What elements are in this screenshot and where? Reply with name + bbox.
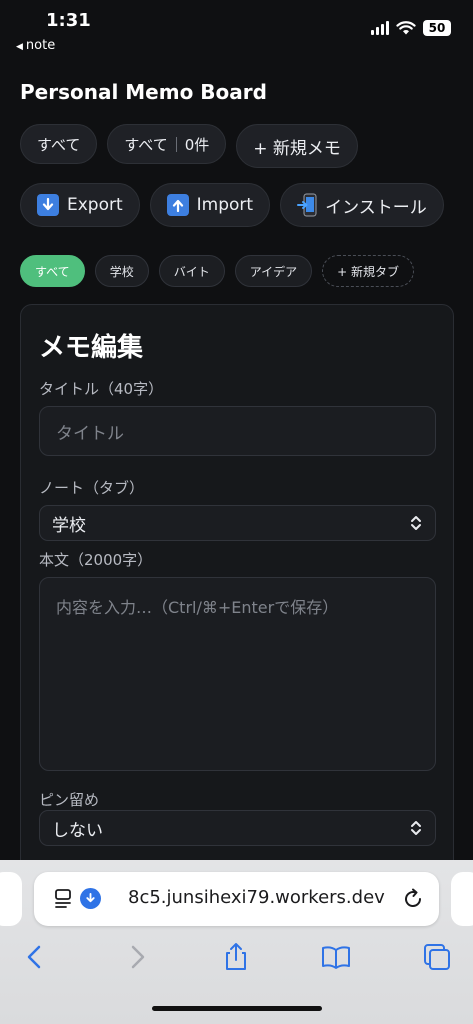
memo-count-badge: すべて 0件 (107, 124, 227, 164)
tab-school[interactable]: 学校 (94, 255, 149, 287)
count-category: すべて (124, 135, 168, 154)
memo-editor-card: メモ編集 タイトル（40字） タイトル ノート（タブ） 学校 本文（2000字）… (20, 304, 454, 904)
page-title: Personal Memo Board (20, 80, 267, 104)
body-field-label: 本文（2000字） (39, 551, 153, 569)
page-menu-icon[interactable] (54, 888, 74, 910)
new-tab-button[interactable]: + 新規タブ (322, 255, 414, 287)
battery-indicator: 50 (423, 20, 451, 36)
title-field-label: タイトル（40字） (39, 380, 164, 398)
new-memo-button[interactable]: + 新規メモ (236, 124, 358, 168)
install-button[interactable]: インストール (280, 183, 444, 227)
next-tab-preview[interactable] (451, 872, 473, 926)
export-label: Export (67, 195, 123, 215)
wifi-icon (396, 21, 416, 35)
count-divider (175, 136, 177, 152)
import-button[interactable]: Import (149, 183, 271, 227)
pin-select-label: ピン留め (39, 791, 100, 809)
install-label: インストール (325, 197, 427, 218)
editor-heading: メモ編集 (39, 333, 144, 363)
status-icons: 50 (371, 20, 451, 36)
share-icon[interactable] (221, 942, 251, 972)
note-select-label: ノート（タブ） (39, 479, 145, 497)
status-bar: 1:31 ◀ note 50 (0, 0, 473, 60)
pin-select-value: しない (52, 820, 103, 841)
back-app-label: note (25, 38, 56, 53)
note-select-value: 学校 (52, 515, 86, 536)
export-button[interactable]: Export (20, 183, 140, 227)
browser-bottom-bar: 8c5.junsihexi79.workers.dev (0, 860, 473, 1024)
pin-select[interactable]: しない (39, 810, 436, 846)
filter-row: すべて すべて 0件 + 新規メモ (20, 124, 358, 168)
down-arrow-icon (37, 194, 59, 216)
import-label: Import (196, 195, 254, 215)
address-bar[interactable]: 8c5.junsihexi79.workers.dev (34, 872, 439, 926)
home-indicator (152, 1006, 322, 1011)
url-text: 8c5.junsihexi79.workers.dev (128, 887, 385, 908)
count-value: 0件 (184, 135, 210, 154)
note-tabs: すべて 学校 バイト アイデア + 新規タブ (20, 255, 414, 287)
action-row: Export Import インストール (20, 183, 444, 227)
body-textarea[interactable]: 内容を入力…（Ctrl/⌘+Enterで保存） (39, 577, 436, 771)
title-input[interactable]: タイトル (39, 406, 436, 456)
chevron-up-down-icon (411, 516, 421, 530)
tab-part-time[interactable]: バイト (158, 255, 225, 287)
cellular-signal-icon (371, 21, 389, 35)
reload-icon[interactable] (401, 887, 425, 911)
phone-install-icon (297, 193, 317, 217)
tabs-icon[interactable] (422, 942, 452, 972)
previous-tab-preview[interactable] (0, 872, 22, 926)
forward-chevron-icon[interactable] (122, 942, 152, 972)
status-time: 1:31 (46, 10, 91, 31)
note-select[interactable]: 学校 (39, 505, 436, 541)
tab-all[interactable]: すべて (20, 255, 85, 287)
bookmarks-icon[interactable] (321, 942, 351, 972)
chevron-up-down-icon (411, 821, 421, 835)
download-icon[interactable] (80, 888, 101, 909)
tab-ideas[interactable]: アイデア (234, 255, 313, 287)
back-triangle-icon: ◀ (16, 42, 23, 52)
all-filter-button[interactable]: すべて (20, 124, 98, 164)
back-to-app-link[interactable]: ◀ note (16, 38, 55, 53)
back-chevron-icon[interactable] (20, 942, 50, 972)
up-arrow-icon (166, 194, 189, 216)
